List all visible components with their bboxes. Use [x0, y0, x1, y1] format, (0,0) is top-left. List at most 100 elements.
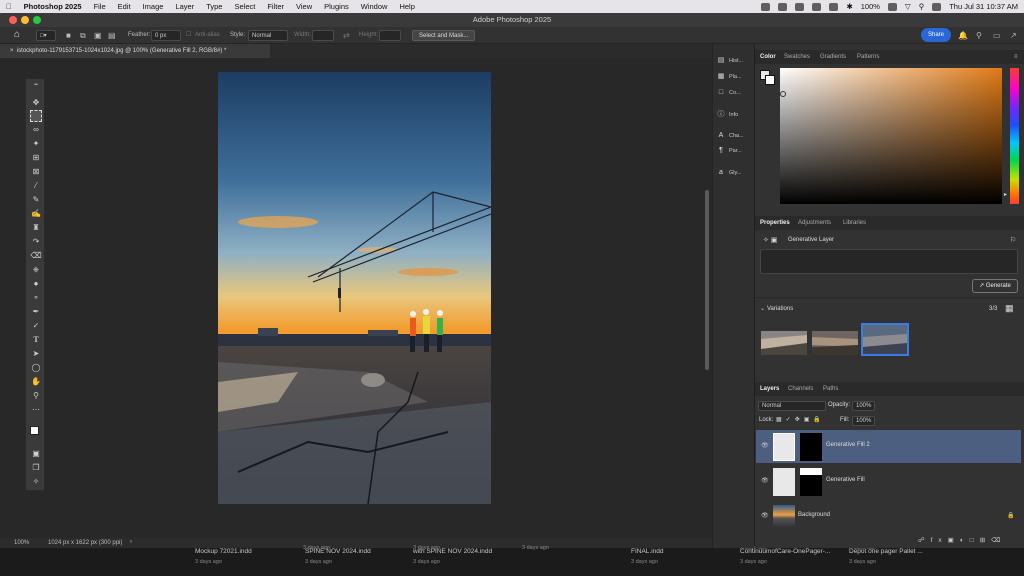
home-icon[interactable]: ⌂	[14, 29, 20, 40]
tab-adjustments[interactable]: Adjustments	[798, 216, 831, 230]
crop-tool-icon[interactable]: ⊞	[30, 152, 42, 164]
menu-app-name[interactable]: Photoshop 2025	[18, 2, 88, 11]
object-select-tool-icon[interactable]: ✦	[30, 138, 42, 150]
intersect-selection-icon[interactable]: ▤	[108, 30, 116, 41]
trash-icon[interactable]: ⌫	[991, 537, 1006, 544]
panel-plugins[interactable]: ▦ Pla...	[717, 73, 742, 81]
quick-mask-icon[interactable]: ▣	[30, 448, 42, 460]
file-item[interactable]: Mockup 72021.indd 3 days ago	[195, 548, 252, 567]
menu-window[interactable]: Window	[355, 2, 394, 11]
panel-history[interactable]: ▤ Hist...	[717, 57, 743, 65]
pen-tool-icon[interactable]: ✓	[30, 320, 42, 332]
close-window-button[interactable]	[9, 16, 17, 24]
panel-character[interactable]: A Cha...	[717, 132, 744, 140]
hand-tool-icon[interactable]: ✋	[30, 376, 42, 388]
generative-icon[interactable]: ✧	[30, 476, 42, 488]
history-brush-icon[interactable]: ↷	[30, 236, 42, 248]
menu-view[interactable]: View	[290, 2, 318, 11]
layer-name[interactable]: Background	[798, 512, 830, 518]
foreground-color-swatch[interactable]	[30, 426, 39, 435]
tab-layers[interactable]: Layers	[760, 382, 779, 396]
height-input[interactable]	[379, 30, 401, 41]
status-menu-icon[interactable]: ›	[130, 539, 132, 545]
panel-info[interactable]: ⓘ Info	[717, 111, 739, 119]
tab-color[interactable]: Color	[760, 50, 776, 64]
dodge-tool-icon[interactable]: ⚬	[30, 292, 42, 304]
pen-tool-icon[interactable]: ✒	[30, 306, 42, 318]
play-icon[interactable]	[812, 2, 822, 11]
variation-thumbnail-1[interactable]	[761, 331, 807, 355]
prompt-input[interactable]	[760, 249, 1018, 274]
panel-comments[interactable]: □ Co...	[717, 89, 741, 97]
wifi-icon[interactable]: ▽	[905, 2, 911, 11]
select-and-mask-button[interactable]: Select and Mask...	[412, 30, 476, 41]
marquee-tool-preset[interactable]: □▾	[36, 30, 56, 41]
document-tab[interactable]: × istockphoto-1179153715-1024x1024.jpg @…	[0, 44, 270, 58]
marquee-tool-icon[interactable]	[30, 110, 42, 122]
blur-tool-icon[interactable]: ●	[30, 278, 42, 290]
opacity-input[interactable]: 100%	[852, 401, 876, 411]
tab-libraries[interactable]: Libraries	[843, 216, 866, 230]
layer-row[interactable]: 👁 Generative Fill	[756, 465, 1021, 498]
vertical-scrollbar[interactable]	[705, 190, 709, 370]
paint-bucket-icon[interactable]: ⎈	[30, 264, 42, 276]
tab-channels[interactable]: Channels	[788, 382, 813, 396]
layer-row[interactable]: 👁 Generative Fill 2	[756, 430, 1021, 463]
toolbar-grip-icon[interactable]: ••	[30, 83, 42, 88]
hue-slider-pointer-icon[interactable]: ▸	[1004, 191, 1007, 198]
apple-icon[interactable]: 	[0, 2, 18, 11]
width-input[interactable]	[312, 30, 334, 41]
status-icon[interactable]	[829, 2, 839, 11]
menu-plugins[interactable]: Plugins	[318, 2, 355, 11]
menu-type[interactable]: Type	[200, 2, 228, 11]
path-select-icon[interactable]: ➤	[30, 348, 42, 360]
color-field[interactable]	[780, 68, 1002, 204]
search-icon[interactable]: ⚲	[919, 2, 925, 11]
visibility-eye-icon[interactable]: 👁	[761, 442, 769, 450]
hue-slider[interactable]	[1010, 68, 1019, 204]
screen-mode-icon[interactable]: ❐	[30, 462, 42, 474]
tab-patterns[interactable]: Patterns	[857, 50, 879, 64]
fill-input[interactable]: 100%	[852, 416, 876, 426]
tab-swatches[interactable]: Swatches	[784, 50, 810, 64]
layer-name[interactable]: Generative Fill	[826, 477, 865, 483]
subtract-selection-icon[interactable]: ▣	[94, 30, 102, 41]
new-selection-icon[interactable]: ■	[66, 30, 71, 41]
healing-brush-icon[interactable]: ✎	[30, 194, 42, 206]
link-icon[interactable]: ☍	[918, 537, 931, 544]
feather-input[interactable]: 0 px	[151, 30, 181, 41]
adjustment-icon[interactable]: ◐	[960, 537, 970, 544]
zoom-window-button[interactable]	[33, 16, 41, 24]
battery-icon[interactable]	[887, 2, 897, 11]
frame-tool-icon[interactable]: ⊠	[30, 166, 42, 178]
visibility-eye-icon[interactable]: 👁	[761, 477, 769, 485]
status-icon[interactable]	[761, 2, 771, 11]
lock-options-icon[interactable]: ▦✓✥▣🔒	[776, 416, 825, 423]
stamp-tool-icon[interactable]: ♜	[30, 222, 42, 234]
clock[interactable]: Thu Jul 31 10:37 AM	[949, 2, 1018, 11]
menu-layer[interactable]: Layer	[169, 2, 200, 11]
style-select[interactable]: Normal	[248, 30, 288, 41]
grid-view-icon[interactable]: ▦	[1005, 303, 1014, 314]
menu-image[interactable]: Image	[137, 2, 170, 11]
variation-thumbnail-3[interactable]	[861, 323, 909, 356]
control-center-icon[interactable]	[932, 2, 942, 11]
layer-name[interactable]: Generative Fill 2	[826, 442, 870, 448]
blend-mode-select[interactable]: Normal	[758, 401, 826, 411]
generate-button[interactable]: ↗ Generate	[972, 279, 1018, 293]
share-button[interactable]: Share	[921, 28, 951, 42]
menu-select[interactable]: Select	[228, 2, 261, 11]
bell-icon[interactable]: 🔔	[958, 30, 968, 41]
document-dimensions[interactable]: 1024 px x 1622 px (300 ppi)	[48, 540, 122, 546]
lasso-tool-icon[interactable]: ∞	[30, 124, 42, 136]
tab-close-icon[interactable]: ×	[10, 48, 15, 54]
layer-row[interactable]: 👁 Background 🔒	[756, 500, 1021, 533]
eyedropper-tool-icon[interactable]: ⁄	[30, 180, 42, 192]
fx-icon[interactable]: fx	[931, 537, 948, 544]
panel-paragraph[interactable]: ¶ Par...	[717, 147, 742, 155]
collapse-chevron-icon[interactable]: ⌄	[760, 305, 765, 312]
workspace-icon[interactable]: ▭	[993, 30, 1001, 41]
group-icon[interactable]: □	[970, 537, 980, 544]
tab-gradients[interactable]: Gradients	[820, 50, 846, 64]
mask-icon[interactable]: ▣	[948, 537, 960, 544]
